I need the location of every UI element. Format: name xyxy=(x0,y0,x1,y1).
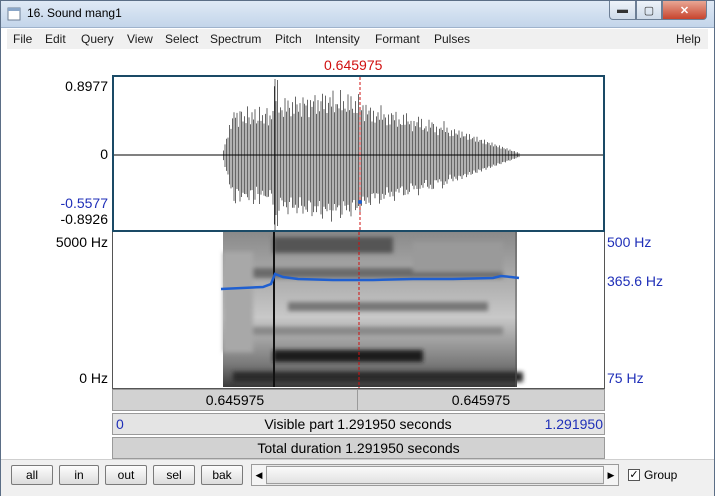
selection-left-time[interactable]: 0.645975 xyxy=(113,390,358,410)
group-checkbox[interactable]: ✓ xyxy=(628,469,640,481)
zoom-in-button[interactable]: in xyxy=(59,465,99,485)
title-bar: 16. Sound mang1 ▬ ▢ ✕ xyxy=(1,1,714,28)
menu-spectrum[interactable]: Spectrum xyxy=(210,32,261,46)
time-scrollbar[interactable]: ◀ ▶ xyxy=(251,464,619,486)
scroll-right-arrow-icon[interactable]: ▶ xyxy=(604,465,618,485)
visible-part-label: Visible part 1.291950 seconds xyxy=(264,416,452,432)
wave-y-top: 0.8977 xyxy=(65,78,108,94)
waveform-panel[interactable] xyxy=(112,75,605,232)
zoom-sel-button[interactable]: sel xyxy=(153,465,195,485)
menu-formant[interactable]: Formant xyxy=(375,32,420,46)
visible-part-bar[interactable]: 0 Visible part 1.291950 seconds 1.291950 xyxy=(112,413,605,435)
app-icon xyxy=(7,7,21,21)
group-label: Group xyxy=(644,468,678,482)
menu-pitch[interactable]: Pitch xyxy=(275,32,302,46)
maximize-button[interactable]: ▢ xyxy=(636,1,662,20)
menu-select[interactable]: Select xyxy=(165,32,198,46)
pitch-bottom-label: 75 Hz xyxy=(607,370,644,386)
menu-file[interactable]: File xyxy=(13,32,32,46)
scroll-left-arrow-icon[interactable]: ◀ xyxy=(252,465,266,485)
menu-bar: File Edit Query View Select Spectrum Pit… xyxy=(7,29,708,49)
praat-sound-window: 16. Sound mang1 ▬ ▢ ✕ File Edit Query Vi… xyxy=(0,0,715,496)
selection-bar[interactable]: 0.645975 0.645975 xyxy=(112,389,605,411)
zoom-out-button[interactable]: out xyxy=(105,465,147,485)
waveform-plot xyxy=(114,77,603,230)
zoom-back-button[interactable]: bak xyxy=(201,465,243,485)
menu-edit[interactable]: Edit xyxy=(45,32,66,46)
wave-y-zero: 0 xyxy=(100,146,108,162)
spec-freq-top: 5000 Hz xyxy=(55,234,108,250)
spectrogram-plot xyxy=(220,232,523,388)
group-checkbox-wrap[interactable]: ✓ Group xyxy=(628,468,677,482)
wave-y-bottom: -0.8926 xyxy=(60,211,108,227)
spec-freq-bottom: 0 Hz xyxy=(79,370,108,386)
close-button[interactable]: ✕ xyxy=(662,1,707,20)
spectrogram-panel[interactable] xyxy=(112,232,605,389)
total-duration-label: Total duration 1.291950 seconds xyxy=(257,440,460,456)
visible-end: 1.291950 xyxy=(544,416,603,432)
total-duration-bar[interactable]: Total duration 1.291950 seconds xyxy=(112,437,605,459)
scroll-thumb[interactable] xyxy=(266,466,604,484)
visible-start: 0 xyxy=(116,416,124,432)
menu-help[interactable]: Help xyxy=(676,32,701,46)
wave-y-cursor: -0.5577 xyxy=(60,195,108,211)
menu-intensity[interactable]: Intensity xyxy=(315,32,360,46)
menu-pulses[interactable]: Pulses xyxy=(434,32,470,46)
pitch-top-label: 500 Hz xyxy=(607,234,652,250)
pitch-value-label: 365.6 Hz xyxy=(607,273,664,289)
zoom-all-button[interactable]: all xyxy=(11,465,53,485)
menu-query[interactable]: Query xyxy=(81,32,114,46)
menu-view[interactable]: View xyxy=(127,32,153,46)
cursor-time-label: 0.645975 xyxy=(324,57,383,73)
minimize-button[interactable]: ▬ xyxy=(609,1,636,20)
selection-right-time[interactable]: 0.645975 xyxy=(358,390,604,410)
window-title: 16. Sound mang1 xyxy=(27,6,122,20)
